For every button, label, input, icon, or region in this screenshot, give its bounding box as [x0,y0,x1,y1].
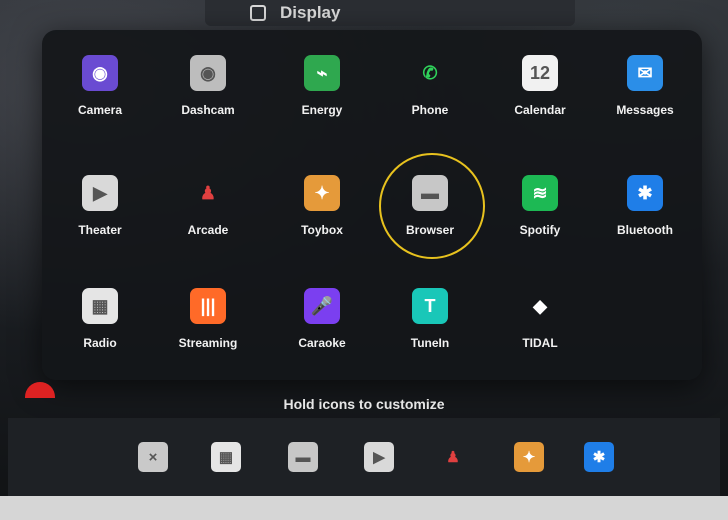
spotify-icon: ≋ [522,175,558,211]
app-label: TIDAL [522,336,558,350]
app-label: Toybox [301,223,343,237]
app-label: Radio [83,336,117,350]
app-arcade[interactable]: ♟ Arcade [160,175,256,265]
app-radio[interactable]: ▦ Radio [52,288,148,378]
streaming-icon: ||| [190,288,226,324]
dock-theater-icon[interactable]: ▶ [364,442,394,472]
app-phone[interactable]: ✆ Phone [382,55,478,145]
app-energy[interactable]: ⌁ Energy [274,55,370,145]
app-label: Caraoke [298,336,346,350]
app-label: Streaming [178,336,238,350]
app-label: Energy [301,103,343,117]
dock-radio-icon[interactable]: ▦ [211,442,241,472]
theater-icon: ▶ [82,175,118,211]
app-launcher-panel: ◉ Camera ◉ Dashcam ⌁ Energy ✆ Phone 12 Calendar ✉ M… [42,30,702,380]
tunein-icon: T [412,288,448,324]
dashcam-icon: ◉ [190,55,226,91]
arcade-icon: ♟ [199,182,217,203]
app-label: Camera [77,103,123,117]
app-label: Bluetooth [617,223,673,237]
energy-icon: ⌁ [304,55,340,91]
app-tunein[interactable]: T TuneIn [382,288,478,378]
screen-bezel [0,496,728,520]
app-browser[interactable]: ▬ Browser [382,175,478,265]
app-label: TuneIn [410,336,450,350]
tidal-icon: ◆ [533,295,547,316]
app-streaming[interactable]: ||| Streaming [160,288,256,378]
dock-browser-icon[interactable]: ▬ [288,442,318,472]
dock-toybox-icon[interactable]: ✦ [514,442,544,472]
app-label: Spotify [519,223,561,237]
app-label: Dashcam [181,103,235,117]
app-toybox[interactable]: ✦ Toybox [274,175,370,265]
phone-icon: ✆ [422,62,438,83]
app-label: Phone [411,103,449,117]
app-label: Messages [616,103,674,117]
app-theater[interactable]: ▶ Theater [52,175,148,265]
browser-icon: ▬ [412,175,448,211]
app-label: Browser [405,223,455,237]
bluetooth-icon: ✱ [627,175,663,211]
app-label: Arcade [187,223,229,237]
app-label: Theater [78,223,122,237]
display-header[interactable]: Display [205,0,575,26]
display-icon [250,5,266,21]
app-dashcam[interactable]: ◉ Dashcam [160,55,256,145]
camera-icon: ◉ [82,55,118,91]
dock-arcade-icon[interactable]: ♟ [438,442,468,472]
app-tidal[interactable]: ◆ TIDAL [492,288,588,378]
page-title: Display [280,3,341,22]
dock-hint: Hold icons to customize [283,396,445,412]
app-messages[interactable]: ✉ Messages [597,55,693,145]
caraoke-icon: 🎤 [304,288,340,324]
app-label: Calendar [514,103,566,117]
toybox-icon: ✦ [304,175,340,211]
messages-icon: ✉ [627,55,663,91]
app-dock: × ▦ ▬ ▶ ♟ ✦ ✱ [8,418,720,496]
app-camera[interactable]: ◉ Camera [52,55,148,145]
dock-bluetooth-icon[interactable]: ✱ [584,442,614,472]
dock-close-icon[interactable]: × [138,442,168,472]
app-spotify[interactable]: ≋ Spotify [492,175,588,265]
app-calendar[interactable]: 12 Calendar [492,55,588,145]
calendar-icon: 12 [522,55,558,91]
app-caraoke[interactable]: 🎤 Caraoke [274,288,370,378]
radio-icon: ▦ [82,288,118,324]
app-bluetooth[interactable]: ✱ Bluetooth [597,175,693,265]
